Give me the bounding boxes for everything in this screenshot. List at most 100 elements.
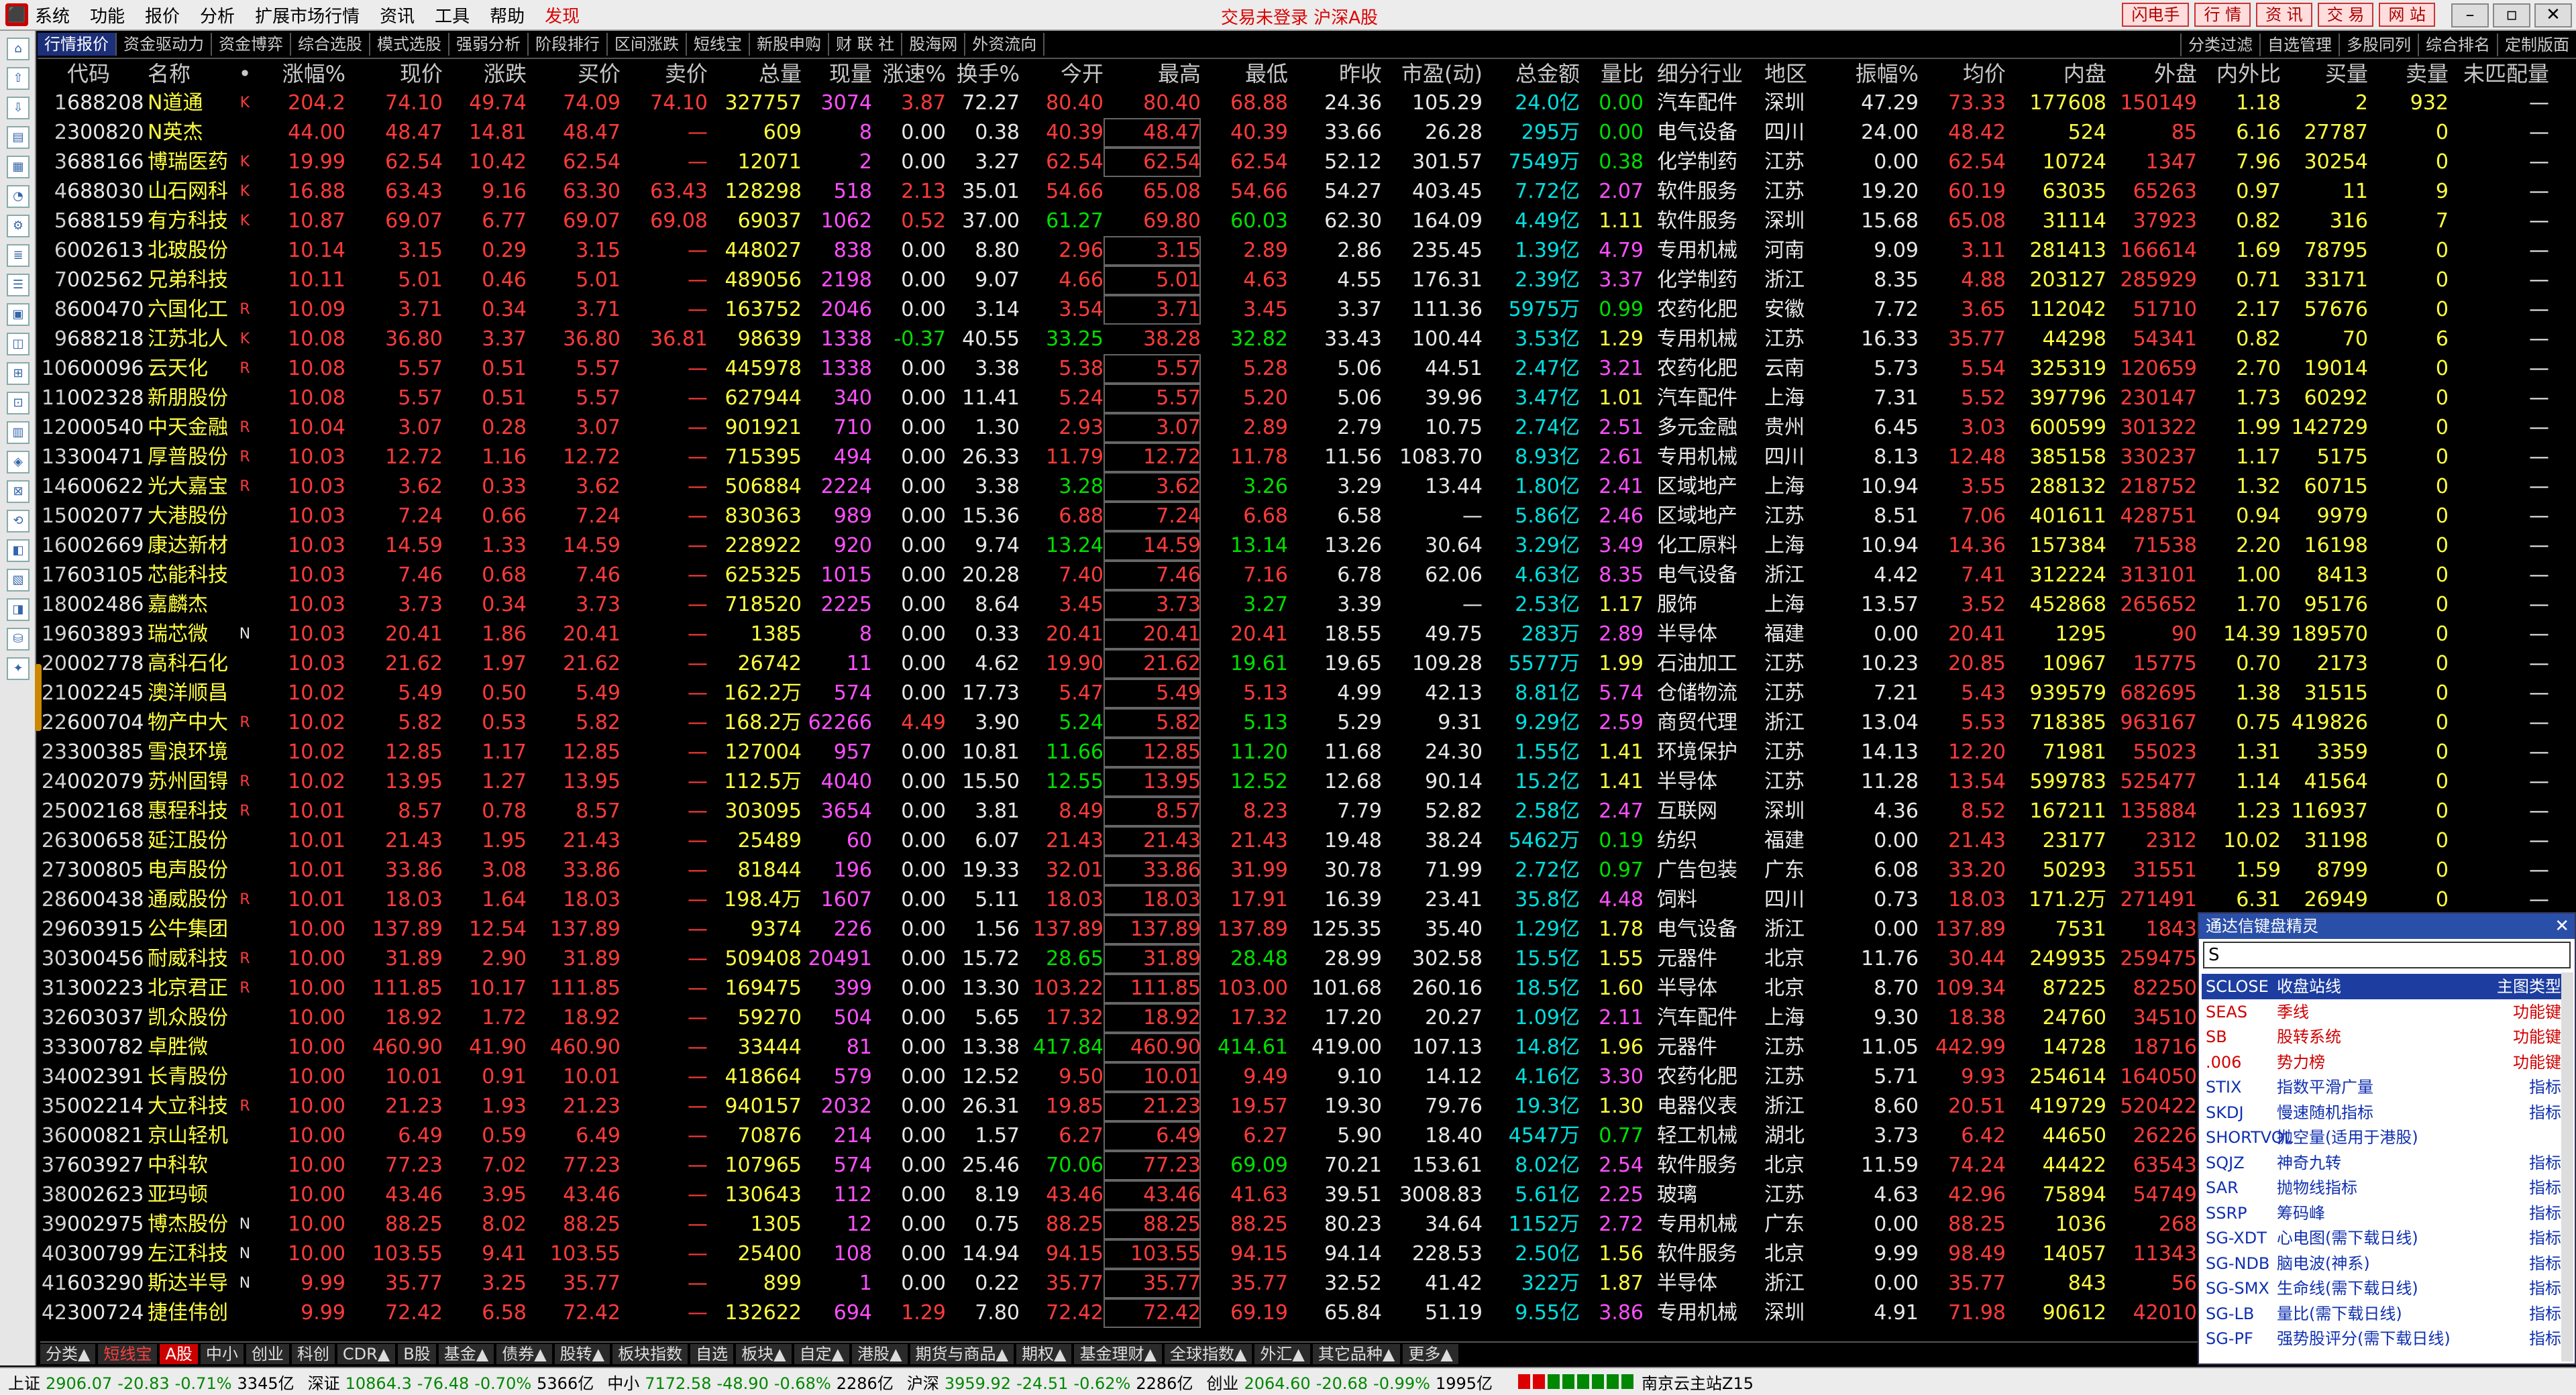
right-tab[interactable]: 综合排名 bbox=[2418, 34, 2497, 56]
column-header[interactable]: 振幅% bbox=[1838, 59, 1919, 89]
column-header[interactable]: 换手% bbox=[946, 59, 1020, 89]
tab-11[interactable]: 股海网 bbox=[902, 33, 966, 56]
table-row[interactable]: 2 300820 N英杰 44.00 48.47 14.81 48.47 — 609 8 0.00 0… bbox=[40, 118, 2576, 148]
column-header[interactable]: 细分行业 bbox=[1657, 59, 1758, 89]
table-row[interactable]: 24 002079 苏州固锝 R 10.02 13.95 1.27 13.95 — 112.5万 4… bbox=[40, 767, 2576, 797]
gear-icon[interactable]: ⚙ bbox=[7, 215, 30, 237]
table-row[interactable]: 5 688159 有方科技 K 10.87 69.07 6.77 69.07 69.08 6903… bbox=[40, 207, 2576, 236]
market-tab[interactable]: 全球指数▲ bbox=[1164, 1344, 1252, 1364]
column-header[interactable]: • bbox=[235, 59, 255, 89]
table-row[interactable]: 20 002778 高科石化 10.03 21.62 1.97 21.62 — 26742 11 0… bbox=[40, 649, 2576, 679]
table-row[interactable]: 4 688030 山石网科 K 16.88 63.43 9.16 63.30 63.43 1282… bbox=[40, 177, 2576, 207]
column-header[interactable]: 地区 bbox=[1764, 59, 1838, 89]
index-summary[interactable]: 沪深 3959.92 -24.51 -0.62% 2286亿 bbox=[907, 1370, 1199, 1394]
market-tab[interactable]: 基金▲ bbox=[438, 1344, 494, 1364]
tab-12[interactable]: 外资流向 bbox=[965, 33, 1045, 56]
minimize-icon[interactable]: – bbox=[2451, 3, 2489, 27]
box-icon[interactable]: ⊠ bbox=[7, 480, 30, 503]
table-row[interactable]: 1 688208 N道通 K 204.2 74.10 49.74 74.09 74.10 3277… bbox=[40, 89, 2576, 118]
table-row[interactable]: 11 002328 新朋股份 10.08 5.57 0.51 5.57 — 627944 340 0… bbox=[40, 384, 2576, 413]
tab-8[interactable]: 短线宝 bbox=[687, 33, 750, 56]
market-tab[interactable]: 科创 bbox=[291, 1344, 335, 1364]
table-row[interactable]: 36 000821 京山轻机 10.00 6.49 0.59 6.49 — 70876 214 0.… bbox=[40, 1121, 2576, 1151]
menu-icon[interactable]: ≣ bbox=[7, 244, 30, 267]
table-row[interactable]: 39 002975 博杰股份 N 10.00 88.25 8.02 88.25 — 1305 12 0… bbox=[40, 1210, 2576, 1239]
column-header[interactable]: 未匹配量 bbox=[2449, 59, 2549, 89]
tab-6[interactable]: 阶段排行 bbox=[529, 33, 608, 56]
top-button[interactable]: 行 情 bbox=[2194, 3, 2251, 27]
popup-result-row[interactable]: SCLOSE 收盘站线 主图类型 bbox=[2202, 974, 2564, 999]
top-button[interactable]: 网 站 bbox=[2379, 3, 2435, 27]
popup-result-row[interactable]: SG-NDB 脑电波(神系) 指标 bbox=[2202, 1251, 2564, 1276]
table-row[interactable]: 22 600704 物产中大 R 10.02 5.82 0.53 5.82 — 168.2万 622… bbox=[40, 708, 2576, 738]
table-row[interactable]: 23 300385 雪浪环境 10.02 12.85 1.17 12.85 — 127004 95… bbox=[40, 738, 2576, 767]
market-tab[interactable]: 分类▲ bbox=[40, 1344, 96, 1364]
menu-item[interactable]: 资讯 bbox=[380, 3, 415, 27]
menu-item[interactable]: 系统 bbox=[35, 3, 70, 27]
table-row[interactable]: 18 002486 嘉麟杰 10.03 3.73 0.34 3.73 — 718520 2225 0… bbox=[40, 590, 2576, 620]
top-button[interactable]: 资 讯 bbox=[2256, 3, 2312, 27]
market-tab[interactable]: 板块▲ bbox=[736, 1344, 792, 1364]
tab-3[interactable]: 综合选股 bbox=[291, 33, 370, 56]
column-header[interactable]: 买量 bbox=[2281, 59, 2368, 89]
server-name[interactable]: 南京云主站Z15 bbox=[1642, 1370, 1754, 1394]
column-header[interactable]: 卖价 bbox=[621, 59, 708, 89]
menu-item[interactable]: 帮助 bbox=[490, 3, 525, 27]
column-header[interactable]: 内盘 bbox=[2006, 59, 2106, 89]
table-row[interactable]: 29 603915 公牛集团 10.00 137.89 12.54 137.89 — 9374 2… bbox=[40, 915, 2576, 944]
close-icon[interactable]: ✕ bbox=[2534, 3, 2572, 27]
table-row[interactable]: 33 300782 卓胜微 10.00 460.90 41.90 460.90 — 33444 8… bbox=[40, 1033, 2576, 1062]
table-row[interactable]: 28 600438 通威股份 R 10.01 18.03 1.64 18.03 — 198.4万 1… bbox=[40, 885, 2576, 915]
popup-result-row[interactable]: SAR 抛物线指标 指标 bbox=[2202, 1175, 2564, 1201]
table-row[interactable]: 13 300471 厚普股份 R 10.03 12.72 1.16 12.72 — 715395 4… bbox=[40, 443, 2576, 472]
popup-result-row[interactable]: SEAS 季线 功能键 bbox=[2202, 999, 2564, 1025]
right-tab[interactable]: 定制版面 bbox=[2497, 34, 2576, 56]
table-row[interactable]: 21 002245 澳洋顺昌 10.02 5.49 0.50 5.49 — 162.2万 574 0… bbox=[40, 679, 2576, 708]
maximize-icon[interactable]: ▫ bbox=[2493, 3, 2530, 27]
market-tab[interactable]: 创业 bbox=[246, 1344, 289, 1364]
right-tab[interactable]: 分类过滤 bbox=[2180, 34, 2259, 56]
popup-result-row[interactable]: SSRP 筹码峰 指标 bbox=[2202, 1201, 2564, 1226]
column-header[interactable]: 内外比 bbox=[2197, 59, 2281, 89]
table-row[interactable]: 3 688166 博瑞医药 K 19.99 62.54 10.42 62.54 — 12071 2 0… bbox=[40, 148, 2576, 177]
table-row[interactable]: 32 603037 凯众股份 10.00 18.92 1.72 18.92 — 59270 504… bbox=[40, 1003, 2576, 1033]
index-summary[interactable]: 中小 7172.58 -48.90 -0.68% 2286亿 bbox=[607, 1370, 899, 1394]
table-row[interactable]: 38 002623 亚玛顿 10.00 43.46 3.95 43.46 — 130643 112… bbox=[40, 1180, 2576, 1210]
table-row[interactable]: 41 603290 斯达半导 N 9.99 35.77 3.25 35.77 — 899 1 0.00… bbox=[40, 1269, 2576, 1298]
popup-result-row[interactable]: STIX 指数平滑广量 指标 bbox=[2202, 1074, 2564, 1100]
market-tab[interactable]: 板块指数 bbox=[612, 1344, 688, 1364]
table-row[interactable]: 40 300799 左江科技 N 10.00 103.55 9.41 103.55 — 25400… bbox=[40, 1239, 2576, 1269]
column-header[interactable]: 总量 bbox=[708, 59, 802, 89]
column-header[interactable]: 涨幅% bbox=[255, 59, 345, 89]
market-tab[interactable]: 中小 bbox=[200, 1344, 244, 1364]
popup-result-row[interactable]: SQJZ 神奇九转 指标 bbox=[2202, 1150, 2564, 1176]
popup-scrollbar[interactable] bbox=[2561, 972, 2573, 1361]
table-row[interactable]: 42 300724 捷佳伟创 9.99 72.42 6.58 72.42 — 132622 694… bbox=[40, 1298, 2576, 1328]
refresh-icon[interactable]: ⟲ bbox=[7, 510, 30, 533]
popup-result-row[interactable]: SKDJ 慢速随机指标 指标 bbox=[2202, 1100, 2564, 1125]
tab-9[interactable]: 新股申购 bbox=[750, 33, 829, 56]
menu-item[interactable]: 扩展市场行情 bbox=[255, 3, 360, 27]
list-icon[interactable]: ▤ bbox=[7, 126, 30, 149]
tab-5[interactable]: 强弱分析 bbox=[449, 33, 529, 56]
table-row[interactable]: 35 002214 大立科技 R 10.00 21.23 1.93 21.23 — 940157 2… bbox=[40, 1092, 2576, 1121]
popup-result-row[interactable]: SG-PF 强势股评分(需下载日线) 指标 bbox=[2202, 1326, 2564, 1351]
plus-box-icon[interactable]: ⊞ bbox=[7, 362, 30, 385]
popup-result-row[interactable]: SG-XDT 心电图(需下载日线) 指标 bbox=[2202, 1225, 2564, 1251]
market-tab[interactable]: 期权▲ bbox=[1016, 1344, 1072, 1364]
column-header[interactable]: 名称 bbox=[148, 59, 235, 89]
column-header[interactable]: 涨跌 bbox=[443, 59, 527, 89]
table-row[interactable]: 31 300223 北京君正 R 10.00 111.85 10.17 111.85 — 1694… bbox=[40, 974, 2576, 1003]
column-header[interactable]: 均价 bbox=[1919, 59, 2006, 89]
market-tab[interactable]: 其它品种▲ bbox=[1312, 1344, 1401, 1364]
market-tab[interactable]: 债券▲ bbox=[496, 1344, 552, 1364]
column-header[interactable]: 买价 bbox=[527, 59, 621, 89]
market-tab[interactable]: B股 bbox=[398, 1344, 436, 1364]
popup-result-row[interactable]: SG-SMX 生命线(需下载日线) 指标 bbox=[2202, 1276, 2564, 1301]
table-row[interactable]: 8 600470 六国化工 R 10.09 3.71 0.34 3.71 — 163752 2046… bbox=[40, 295, 2576, 325]
column-header[interactable]: 外盘 bbox=[2106, 59, 2197, 89]
database-icon[interactable]: ⛁ bbox=[7, 628, 30, 651]
table-row[interactable]: 7 002562 兄弟科技 10.11 5.01 0.46 5.01 — 489056 2198 0… bbox=[40, 266, 2576, 295]
market-tab[interactable]: 自定▲ bbox=[794, 1344, 850, 1364]
chart-icon[interactable]: ▥ bbox=[7, 421, 30, 444]
